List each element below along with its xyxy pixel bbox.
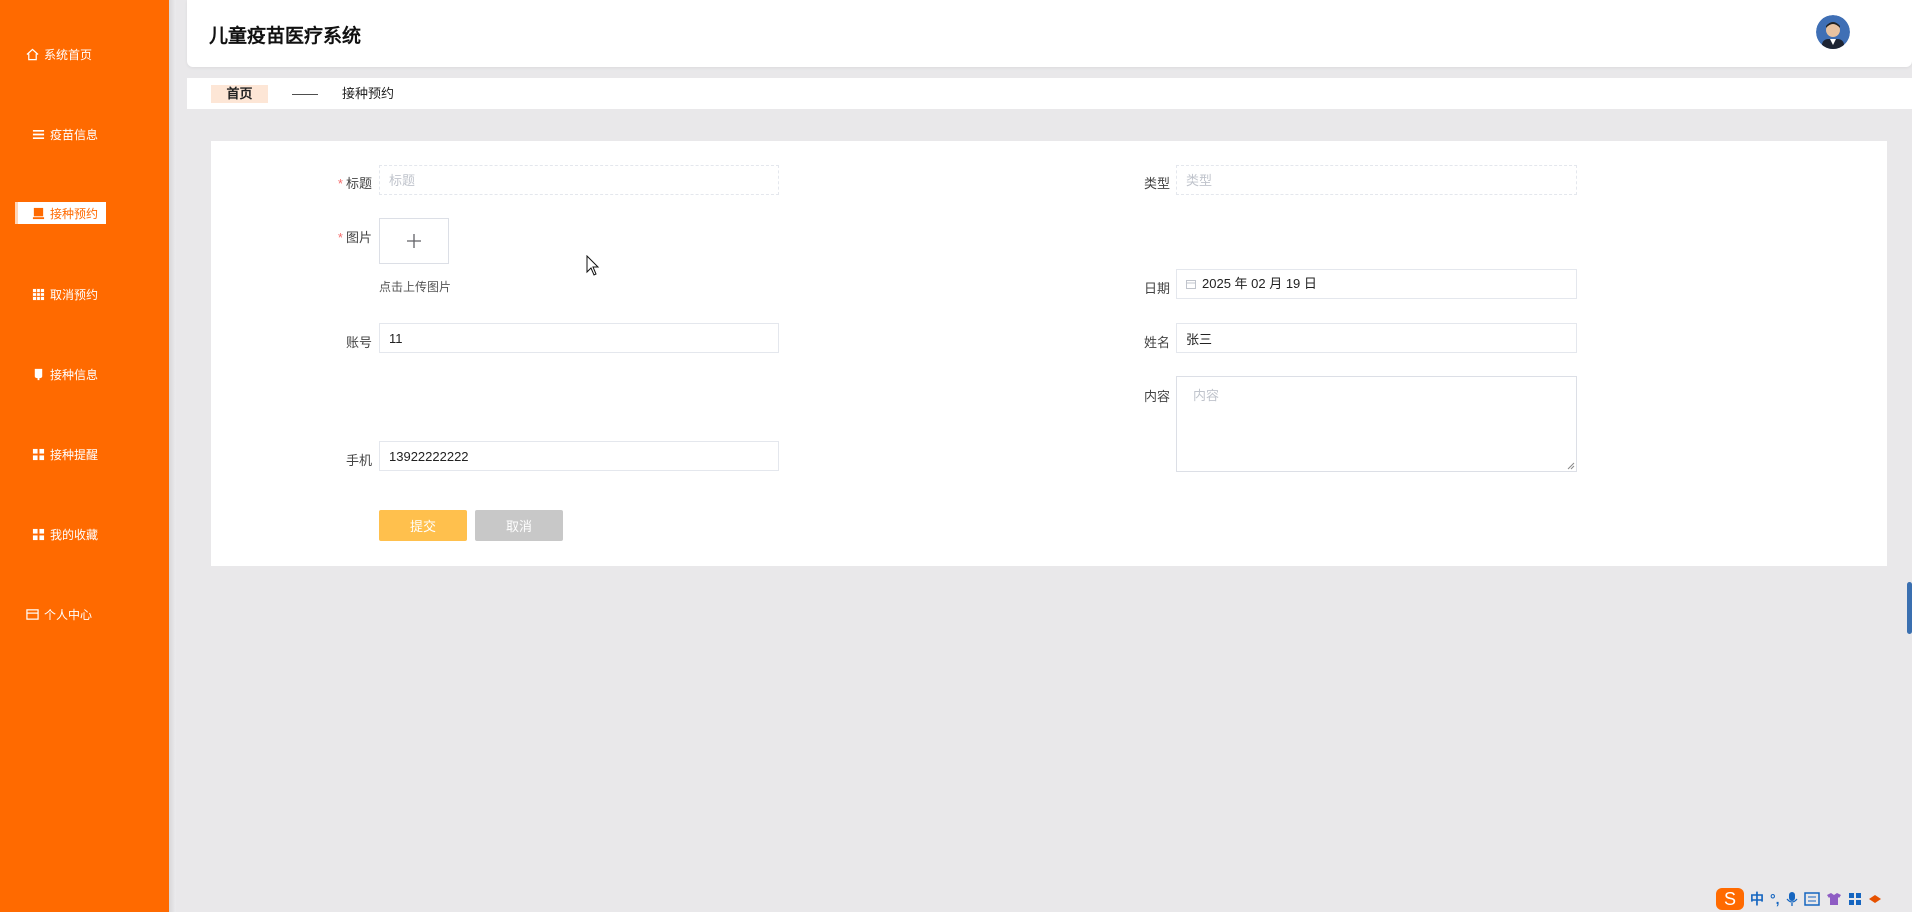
title-label: * 标题 [337,176,372,191]
ime-logo[interactable]: S [1716,888,1744,910]
apps-icon [32,528,45,540]
sidebar-item-cancel-booking[interactable]: 取消预约 [32,284,98,304]
top-header: 儿童疫苗医疗系统 [187,0,1912,67]
name-label: 姓名 [1143,335,1170,350]
cancel-button[interactable]: 取消 [475,510,563,541]
plus-icon [407,234,421,248]
form-panel [211,141,1887,566]
account-label: 账号 [345,335,372,350]
type-label: 类型 [1143,176,1170,191]
sidebar-item-label: 个人中心 [44,607,93,622]
upload-hint: 点击上传图片 [379,280,452,294]
keyboard-icon[interactable] [1803,892,1820,906]
system-tray: S 中 °, [1716,886,1882,912]
resize-grip-icon[interactable] [1565,460,1575,470]
ime-mode[interactable]: 中 [1750,889,1764,909]
list-icon [32,129,45,139]
type-input[interactable] [1176,165,1577,195]
page-scrollbar[interactable] [1907,582,1912,634]
booking-icon [32,207,45,219]
breadcrumb: 首页 —— 接种预约 [187,78,1912,109]
mouse-cursor-icon [586,255,600,276]
name-input[interactable] [1176,323,1577,353]
toolbox-icon[interactable] [1848,892,1862,906]
home-icon [26,48,39,60]
image-upload-button[interactable] [379,218,449,264]
sidebar-item-vaccine-info[interactable]: 疫苗信息 [32,124,98,144]
sidebar-item-reminder[interactable]: 接种提醒 [32,444,98,464]
breadcrumb-separator: —— [292,86,318,101]
content-label: 内容 [1143,389,1170,404]
phone-input[interactable] [379,441,779,471]
date-picker[interactable]: 2025 年 02 月 19 日 [1176,269,1577,299]
title-input[interactable] [379,165,779,195]
grid-icon [32,288,45,300]
sidebar-item-vaccination-info[interactable]: 接种信息 [32,364,98,384]
account-input[interactable] [379,323,779,353]
phone-label: 手机 [345,453,372,468]
breadcrumb-current: 接种预约 [342,86,395,101]
sidebar-item-label: 取消预约 [50,287,99,302]
content-textarea[interactable] [1176,376,1577,472]
sidebar-item-label: 我的收藏 [50,527,99,542]
required-mark: * [337,176,343,191]
sidebar: 系统首页 疫苗信息 接种预约 取消预约 接种信息 接种提醒 我的收藏 个人中心 [0,0,169,912]
sidebar-item-label: 接种提醒 [50,447,99,462]
sidebar-item-label: 接种信息 [50,367,99,382]
image-label: * 图片 [337,230,372,245]
sidebar-item-label: 接种预约 [50,206,99,221]
sidebar-item-label: 系统首页 [44,47,93,62]
bookmark-icon [34,368,43,380]
apps-icon [32,448,45,460]
ime-punct[interactable]: °, [1770,889,1780,909]
app-title: 儿童疫苗医疗系统 [209,26,362,47]
skin-shirt-icon[interactable] [1826,892,1842,906]
sidebar-item-home[interactable]: 系统首页 [26,44,92,64]
submit-button[interactable]: 提交 [379,510,467,541]
microphone-icon[interactable] [1786,891,1798,907]
calendar-icon [1186,280,1196,289]
user-avatar-icon [1816,15,1850,49]
sidebar-item-booking[interactable]: 接种预约 [18,202,107,224]
date-label: 日期 [1143,281,1170,296]
required-mark: * [337,230,343,245]
sidebar-item-profile[interactable]: 个人中心 [26,604,92,624]
card-icon [26,608,39,620]
sidebar-item-label: 疫苗信息 [50,127,99,142]
more-icon[interactable] [1868,893,1882,905]
sidebar-item-favorites[interactable]: 我的收藏 [32,524,98,544]
sidebar-shadow [169,0,176,912]
avatar[interactable] [1816,15,1850,49]
breadcrumb-home[interactable]: 首页 [211,85,268,103]
